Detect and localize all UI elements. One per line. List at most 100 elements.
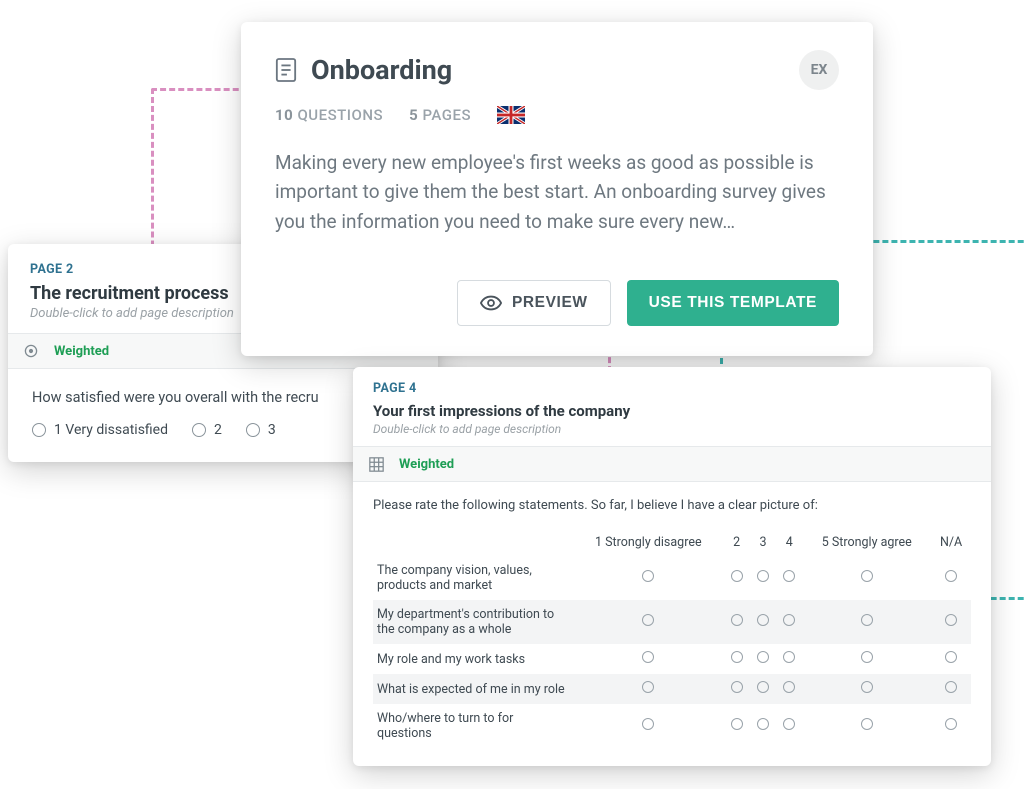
page4-question-header: Weighted [353,447,991,482]
matrix-cell[interactable] [931,600,971,644]
matrix-row-label: Who/where to turn to for questions [373,704,573,748]
radio-icon [783,681,795,693]
radio-icon [861,614,873,626]
radio-icon [783,651,795,663]
radio-icon [642,681,654,693]
matrix-cell[interactable] [750,704,776,748]
radio-icon [642,614,654,626]
matrix-col-header: N/A [931,529,971,556]
matrix-cell[interactable] [573,600,724,644]
matrix-cell[interactable] [573,704,724,748]
page2-weighted-label: Weighted [54,344,109,359]
matrix-col-header: 1 Strongly disagree [573,529,724,556]
radio-icon [731,681,743,693]
matrix-cell[interactable] [776,600,802,644]
matrix-cell[interactable] [802,556,931,600]
radio-icon [757,570,769,582]
radio-icon [861,651,873,663]
matrix-col-header: 2 [724,529,750,556]
preview-button[interactable]: PREVIEW [457,280,611,326]
radio-icon [757,718,769,730]
matrix-cell[interactable] [931,644,971,674]
matrix-cell[interactable] [573,674,724,704]
radio-icon [783,718,795,730]
radio-icon [861,570,873,582]
radio-icon [642,718,654,730]
matrix-type-icon [367,455,385,473]
matrix-cell[interactable] [802,644,931,674]
matrix-cell[interactable] [750,644,776,674]
radio-icon [945,681,957,693]
radio-icon [861,718,873,730]
matrix-cell[interactable] [724,556,750,600]
radio-icon [757,614,769,626]
radio-icon [945,614,957,626]
radio-icon [945,651,957,663]
matrix-cell[interactable] [724,644,750,674]
matrix-row-label: My role and my work tasks [373,644,573,674]
matrix-cell[interactable] [724,600,750,644]
page4-description-placeholder[interactable]: Double-click to add page description [373,422,971,436]
matrix-col-header: 4 [776,529,802,556]
radio-icon [731,718,743,730]
radio-icon [757,651,769,663]
page2-option[interactable]: 2 [192,422,222,438]
template-title: Onboarding [311,54,452,86]
matrix-table: 1 Strongly disagree 2 3 4 5 Strongly agr… [373,529,971,748]
matrix-cell[interactable] [776,644,802,674]
pages-label: PAGES [422,106,471,124]
matrix-cell[interactable] [750,674,776,704]
radio-icon [731,651,743,663]
page2-option[interactable]: 3 [246,422,276,438]
radio-icon [783,614,795,626]
radio-icon [945,570,957,582]
questions-label: QUESTIONS [297,106,383,124]
matrix-cell[interactable] [931,556,971,600]
matrix-row-label: What is expected of me in my role [373,674,573,704]
matrix-cell[interactable] [724,674,750,704]
page4-title[interactable]: Your first impressions of the company [373,402,971,420]
use-template-button[interactable]: USE THIS TEMPLATE [627,280,839,326]
matrix-row-label: The company vision, values, products and… [373,556,573,600]
matrix-cell[interactable] [776,556,802,600]
matrix-cell[interactable] [750,556,776,600]
matrix-cell[interactable] [802,704,931,748]
matrix-row: The company vision, values, products and… [373,556,971,600]
preview-button-label: PREVIEW [512,294,588,312]
page4-question-text: Please rate the following statements. So… [373,498,971,513]
radio-icon [757,681,769,693]
matrix-col-header: 5 Strongly agree [802,529,931,556]
matrix-cell[interactable] [573,644,724,674]
uk-flag-icon [497,106,525,124]
matrix-row-label: My department's contribution to the comp… [373,600,573,644]
template-meta: 10 QUESTIONS 5 PAGES [275,106,839,124]
matrix-col-header: 3 [750,529,776,556]
matrix-cell[interactable] [573,556,724,600]
use-template-button-label: USE THIS TEMPLATE [649,294,817,312]
radio-icon [642,570,654,582]
questions-count: 10 [275,106,293,124]
document-icon [275,57,297,83]
matrix-row: My role and my work tasks [373,644,971,674]
radio-type-icon [22,342,40,360]
page4-card: PAGE 4 Your first impressions of the com… [353,367,991,766]
page4-label: PAGE 4 [373,381,971,396]
matrix-row: My department's contribution to the comp… [373,600,971,644]
radio-icon [861,681,873,693]
pages-count: 5 [409,106,418,124]
matrix-cell[interactable] [724,704,750,748]
radio-icon [731,614,743,626]
matrix-cell[interactable] [802,600,931,644]
radio-icon [945,718,957,730]
matrix-cell[interactable] [750,600,776,644]
matrix-cell[interactable] [931,704,971,748]
matrix-cell[interactable] [776,704,802,748]
matrix-row: Who/where to turn to for questions [373,704,971,748]
matrix-cell[interactable] [802,674,931,704]
page2-option[interactable]: 1 Very dissatisfied [32,422,168,438]
radio-icon [783,570,795,582]
matrix-row: What is expected of me in my role [373,674,971,704]
matrix-cell[interactable] [776,674,802,704]
page4-weighted-label: Weighted [399,457,454,472]
matrix-cell[interactable] [931,674,971,704]
